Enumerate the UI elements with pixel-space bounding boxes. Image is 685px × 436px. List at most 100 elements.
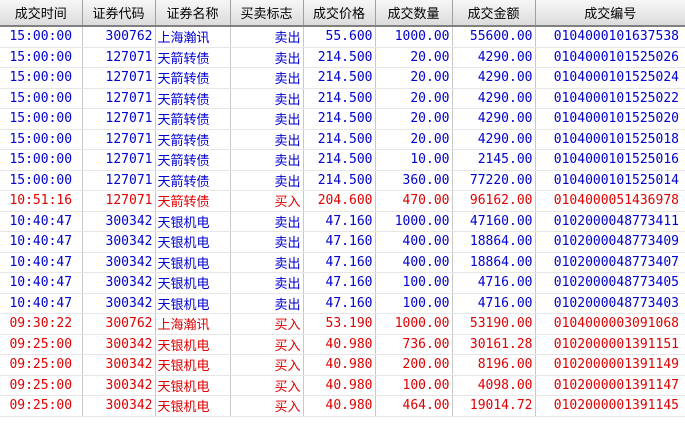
cell-trade-quantity: 10.00 [375,149,453,171]
cell-trade-quantity: 20.00 [375,88,453,109]
table-row[interactable]: 10:40:47 300342 天银机电 卖出 47.160 100.00 4716.00 0… [0,293,685,314]
trade-records-table: 成交时间 证券代码 证券名称 买卖标志 成交价格 成交数量 成交金额 成交编号 … [0,0,685,417]
cell-trade-number: 0104000101525014 [535,170,685,191]
cell-trade-price: 40.980 [303,375,376,396]
cell-trade-amount: 18864.00 [452,252,536,273]
cell-trade-time: 10:40:47 [0,231,83,253]
table-row[interactable]: 10:40:47 300342 天银机电 卖出 47.160 100.00 4716.00 0… [0,272,685,294]
cell-security-name: 天银机电 [155,334,231,355]
cell-trade-amount: 96162.00 [452,190,536,212]
cell-trade-quantity: 100.00 [375,293,453,314]
trade-records-grid: 成交时间 证券代码 证券名称 买卖标志 成交价格 成交数量 成交金额 成交编号 … [0,0,685,436]
table-row[interactable]: 15:00:00 300762 上海瀚讯 卖出 55.600 1000.00 55600.0… [0,26,685,48]
cell-trade-direction: 卖出 [230,272,304,294]
cell-trade-number: 0102000001391149 [535,354,685,376]
cell-trade-direction: 卖出 [230,170,304,191]
column-header-code[interactable]: 证券代码 [82,0,156,27]
cell-trade-quantity: 1000.00 [375,26,453,48]
column-header-price[interactable]: 成交价格 [303,0,376,27]
cell-trade-time: 09:30:22 [0,313,83,335]
cell-security-name: 天银机电 [155,211,231,232]
table-row[interactable]: 15:00:00 127071 天箭转债 卖出 214.500 20.00 4290.00 0… [0,67,685,89]
cell-security-code: 300342 [82,334,156,355]
header-row: 成交时间 证券代码 证券名称 买卖标志 成交价格 成交数量 成交金额 成交编号 [0,0,685,27]
table-row[interactable]: 15:00:00 127071 天箭转债 卖出 214.500 20.00 4290.00 0… [0,129,685,150]
cell-trade-quantity: 1000.00 [375,211,453,232]
cell-trade-direction: 买入 [230,395,304,417]
cell-security-name: 上海瀚讯 [155,313,231,335]
table-row[interactable]: 09:25:00 300342 天银机电 买入 40.980 736.00 30161.28… [0,334,685,355]
cell-security-code: 300342 [82,211,156,232]
table-row[interactable]: 15:00:00 127071 天箭转债 卖出 214.500 10.00 2145.00 0… [0,149,685,171]
cell-trade-amount: 47160.00 [452,211,536,232]
cell-trade-time: 10:51:16 [0,190,83,212]
cell-security-name: 天箭转债 [155,67,231,89]
cell-trade-price: 40.980 [303,395,376,417]
cell-security-code: 300342 [82,272,156,294]
table-row[interactable]: 09:30:22 300762 上海瀚讯 买入 53.190 1000.00 53190.0… [0,313,685,335]
table-row[interactable]: 15:00:00 127071 天箭转债 卖出 214.500 360.00 77220.0… [0,170,685,191]
cell-trade-quantity: 100.00 [375,272,453,294]
table-row[interactable]: 09:25:00 300342 天银机电 买入 40.980 464.00 19014.72… [0,395,685,417]
cell-trade-price: 47.160 [303,293,376,314]
cell-trade-direction: 买入 [230,334,304,355]
cell-trade-price: 214.500 [303,88,376,109]
cell-security-name: 天银机电 [155,375,231,396]
cell-trade-price: 40.980 [303,354,376,376]
table-row[interactable]: 15:00:00 127071 天箭转债 卖出 214.500 20.00 4290.00 0… [0,108,685,130]
cell-trade-amount: 4290.00 [452,47,536,68]
column-header-time[interactable]: 成交时间 [0,0,83,27]
column-header-trade-no[interactable]: 成交编号 [535,0,685,27]
cell-security-name: 天银机电 [155,395,231,417]
cell-trade-number: 0102000048773409 [535,231,685,253]
cell-trade-direction: 卖出 [230,26,304,48]
cell-trade-quantity: 1000.00 [375,313,453,335]
cell-trade-time: 15:00:00 [0,108,83,130]
cell-trade-direction: 卖出 [230,47,304,68]
cell-security-code: 127071 [82,190,156,212]
cell-security-name: 天箭转债 [155,108,231,130]
table-row[interactable]: 10:51:16 127071 天箭转债 买入 204.600 470.00 96162.0… [0,190,685,212]
cell-trade-direction: 买入 [230,354,304,376]
table-row[interactable]: 09:25:00 300342 天银机电 买入 40.980 100.00 4098.00 0… [0,375,685,396]
cell-trade-direction: 卖出 [230,67,304,89]
cell-trade-direction: 卖出 [230,231,304,253]
cell-trade-number: 0102000001391147 [535,375,685,396]
table-row[interactable]: 10:40:47 300342 天银机电 卖出 47.160 400.00 18864.00… [0,252,685,273]
cell-trade-direction: 卖出 [230,211,304,232]
column-header-quantity[interactable]: 成交数量 [375,0,453,27]
cell-trade-price: 40.980 [303,334,376,355]
cell-trade-quantity: 400.00 [375,231,453,253]
column-header-amount[interactable]: 成交金额 [452,0,536,27]
cell-trade-time: 09:25:00 [0,334,83,355]
cell-trade-number: 0104000101525026 [535,47,685,68]
cell-security-code: 127071 [82,149,156,171]
cell-trade-number: 0104000101525020 [535,108,685,130]
table-row[interactable]: 15:00:00 127071 天箭转债 卖出 214.500 20.00 4290.00 0… [0,88,685,109]
cell-security-code: 300342 [82,395,156,417]
cell-security-name: 天箭转债 [155,129,231,150]
cell-trade-number: 0104000101637538 [535,26,685,48]
cell-trade-direction: 买入 [230,375,304,396]
cell-trade-time: 10:40:47 [0,293,83,314]
cell-trade-time: 15:00:00 [0,47,83,68]
cell-trade-time: 10:40:47 [0,272,83,294]
cell-trade-number: 0104000003091068 [535,313,685,335]
cell-trade-price: 214.500 [303,129,376,150]
table-row[interactable]: 10:40:47 300342 天银机电 卖出 47.160 400.00 18864.00… [0,231,685,253]
table-row[interactable]: 15:00:00 127071 天箭转债 卖出 214.500 20.00 4290.00 0… [0,47,685,68]
cell-trade-number: 0102000048773407 [535,252,685,273]
cell-trade-price: 47.160 [303,272,376,294]
table-row[interactable]: 10:40:47 300342 天银机电 卖出 47.160 1000.00 47160.0… [0,211,685,232]
column-header-name[interactable]: 证券名称 [155,0,231,27]
column-header-direction[interactable]: 买卖标志 [230,0,304,27]
cell-trade-quantity: 360.00 [375,170,453,191]
cell-trade-amount: 4290.00 [452,108,536,130]
table-row[interactable]: 09:25:00 300342 天银机电 买入 40.980 200.00 8196.00 0… [0,354,685,376]
cell-trade-quantity: 464.00 [375,395,453,417]
cell-trade-time: 09:25:00 [0,375,83,396]
cell-trade-quantity: 20.00 [375,67,453,89]
cell-trade-quantity: 400.00 [375,252,453,273]
table-body: 15:00:00 300762 上海瀚讯 卖出 55.600 1000.00 55600.0… [0,26,685,417]
cell-security-name: 天银机电 [155,272,231,294]
